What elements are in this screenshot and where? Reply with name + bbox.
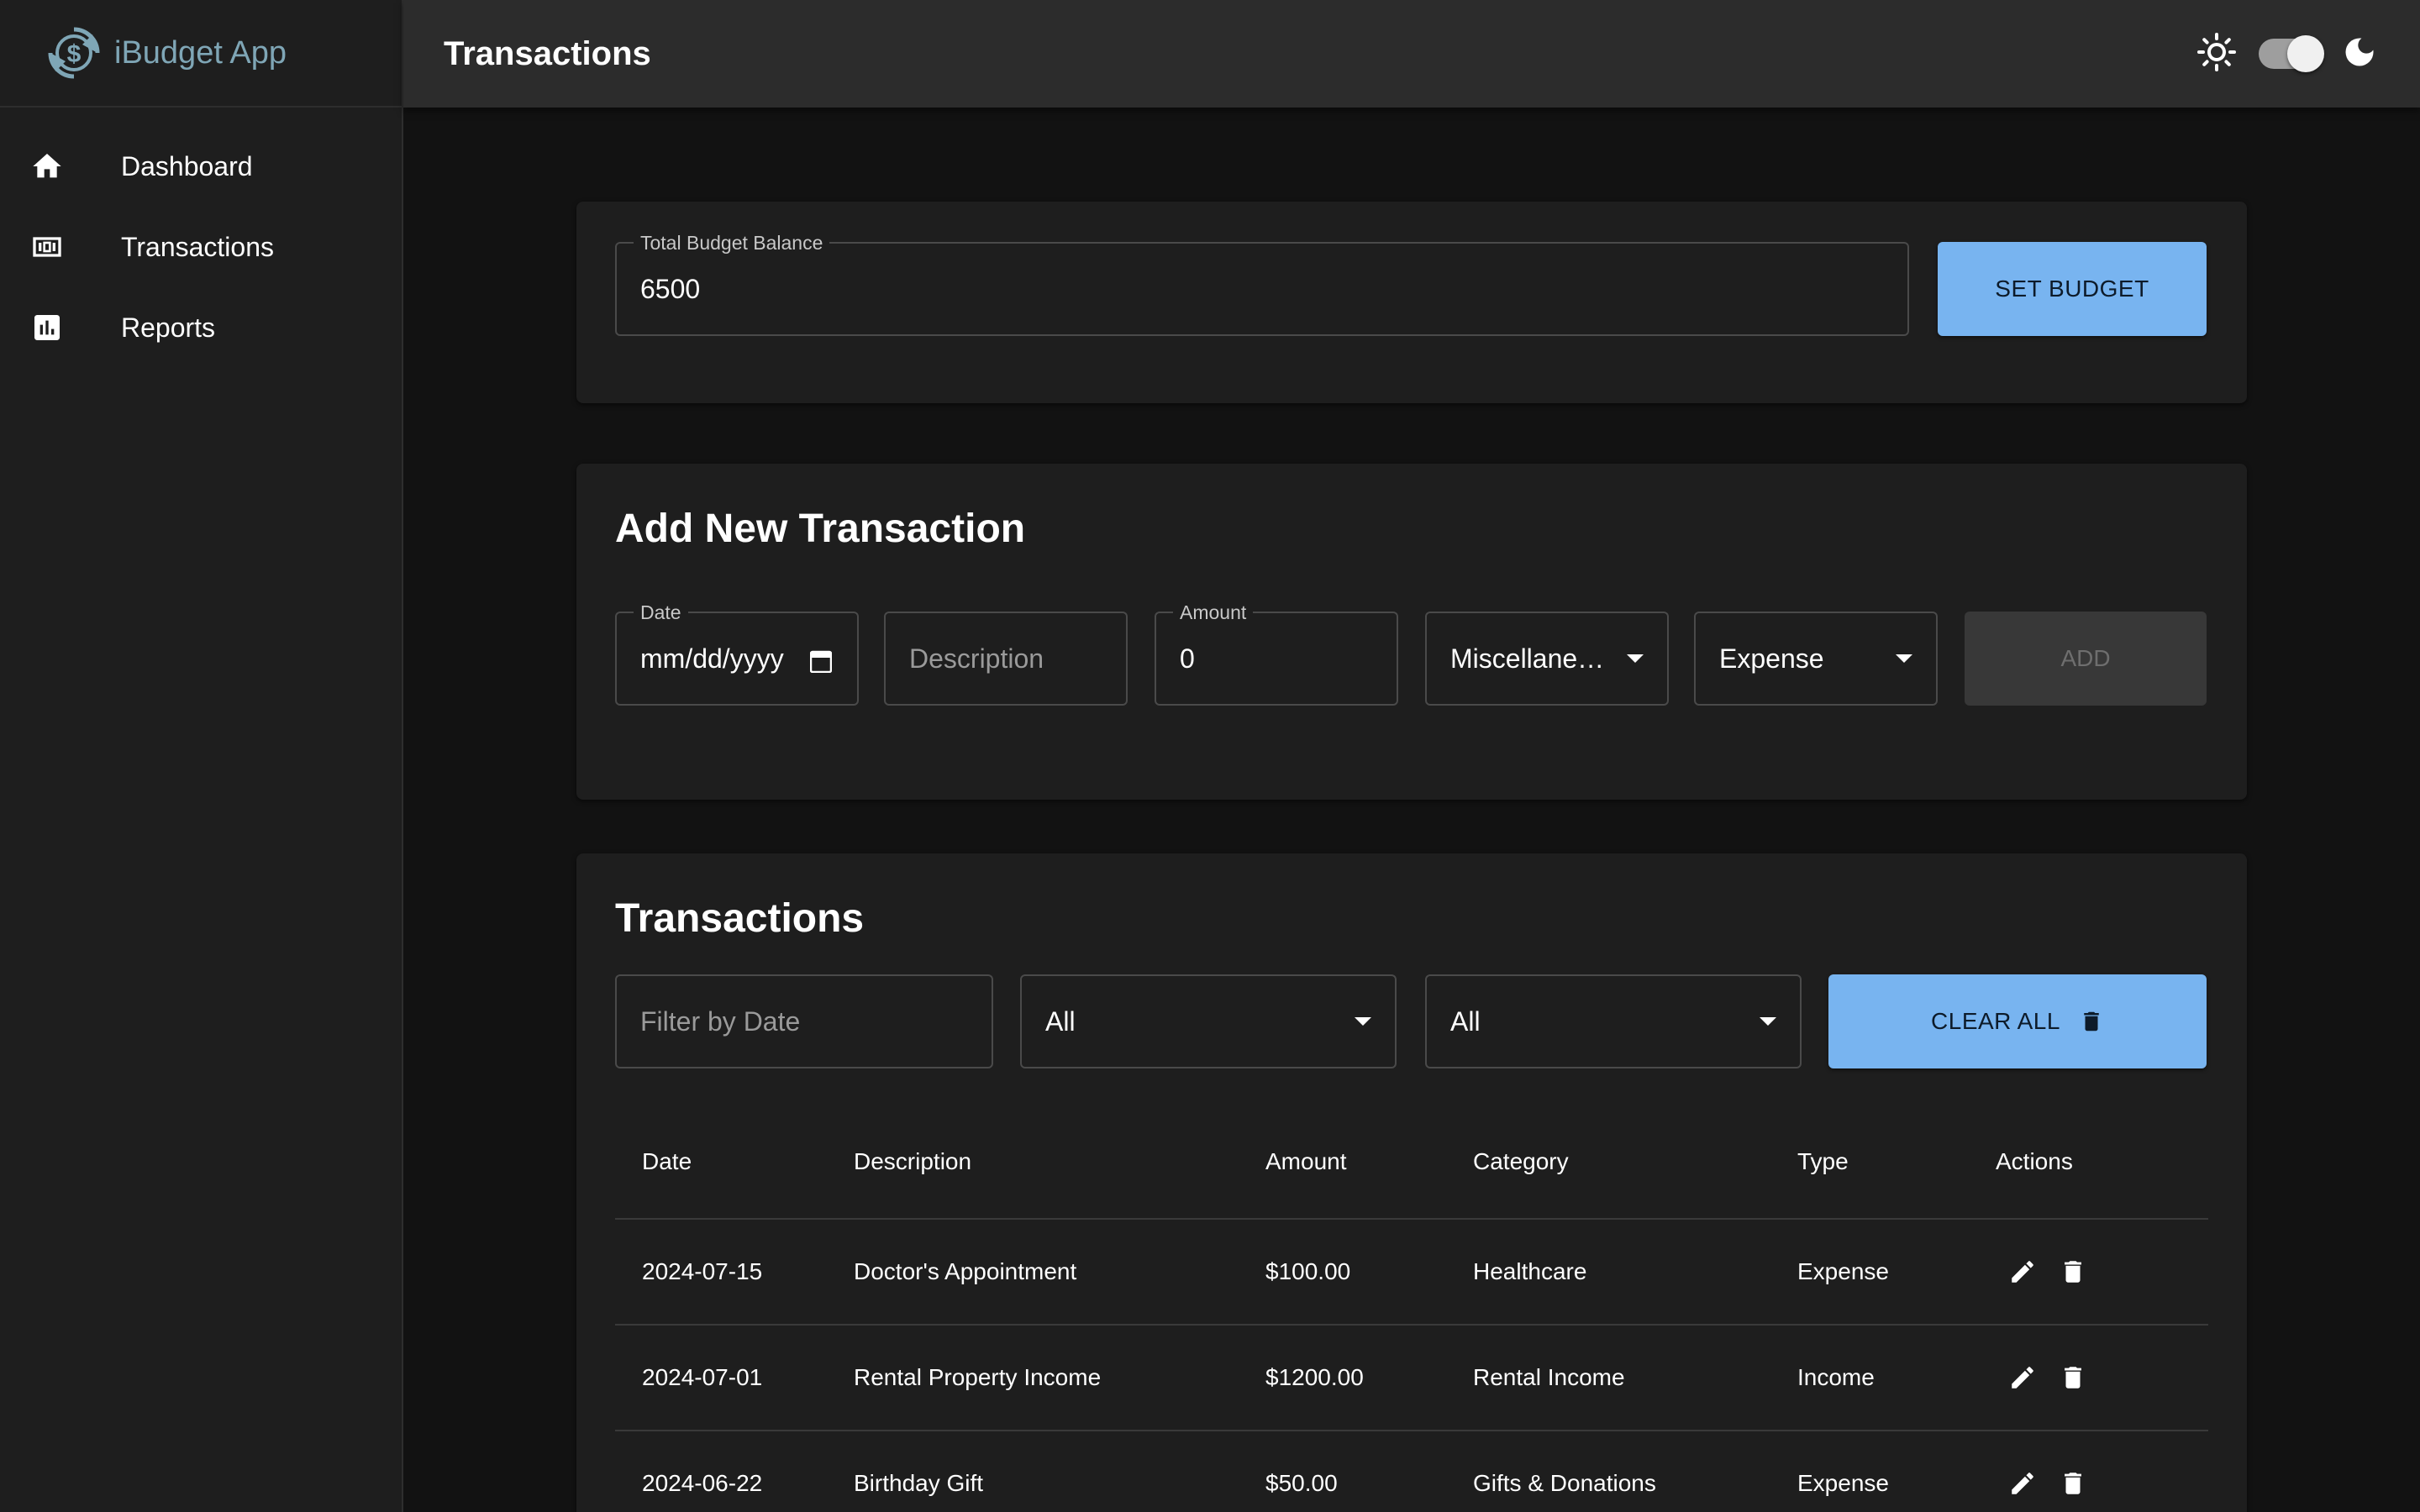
theme-controls (2196, 0, 2378, 108)
column-header-date[interactable]: Date (615, 1148, 854, 1175)
row-amount: $50.00 (1265, 1470, 1338, 1496)
transactions-card: Transactions Filter by Date All All CLEA… (576, 853, 2247, 1512)
top-bar: Transactions (403, 0, 2420, 108)
edit-icon[interactable] (2006, 1255, 2039, 1289)
sidebar-item-reports[interactable]: Reports (0, 287, 402, 368)
sidebar-item-transactions[interactable]: Transactions (0, 207, 402, 287)
row-actions (1996, 1467, 2208, 1500)
filter-type-select[interactable]: All (1425, 974, 1802, 1068)
row-description: Birthday Gift (854, 1470, 984, 1496)
column-header-type[interactable]: Type (1797, 1148, 1996, 1175)
home-icon (30, 150, 64, 183)
category-value: Miscellane… (1450, 643, 1605, 674)
sidebar-nav: Dashboard Transactions Reports (0, 108, 402, 368)
sidebar-item-label: Dashboard (121, 150, 253, 181)
filter-date-placeholder: Filter by Date (640, 1005, 801, 1037)
trash-icon (2079, 1008, 2104, 1035)
row-type: Income (1797, 1364, 1875, 1390)
edit-icon[interactable] (2006, 1361, 2039, 1394)
amount-value: 0 (1180, 643, 1195, 674)
sidebar-item-label: Transactions (121, 231, 274, 262)
row-category: Rental Income (1473, 1364, 1625, 1390)
clear-all-label: CLEAR ALL (1931, 1008, 2060, 1034)
row-date: 2024-06-22 (642, 1470, 763, 1496)
table-row: 2024-07-15 Doctor's Appointment $100.00 … (615, 1220, 2208, 1326)
svg-text:$: $ (67, 40, 82, 68)
column-header-amount[interactable]: Amount (1265, 1148, 1473, 1175)
transactions-table: Date Description Amount Category Type Ac… (615, 1105, 2208, 1512)
delete-icon[interactable] (2056, 1255, 2090, 1289)
date-label: Date (634, 601, 688, 623)
app-name: iBudget App (114, 34, 287, 71)
chevron-down-icon (1896, 654, 1912, 663)
delete-icon[interactable] (2056, 1361, 2090, 1394)
theme-toggle-knob (2287, 35, 2324, 72)
table-row: 2024-06-22 Birthday Gift $50.00 Gifts & … (615, 1431, 2208, 1512)
set-budget-button[interactable]: SET BUDGET (1938, 242, 2207, 336)
clear-all-button[interactable]: CLEAR ALL (1828, 974, 2207, 1068)
column-header-actions: Actions (1996, 1148, 2073, 1174)
add-button[interactable]: ADD (1965, 612, 2207, 706)
column-header-category[interactable]: Category (1473, 1148, 1797, 1175)
dollar-sync-logo-icon: $ (48, 27, 100, 79)
row-amount: $1200.00 (1265, 1364, 1364, 1390)
theme-toggle[interactable] (2259, 35, 2324, 72)
category-select[interactable]: Miscellane… (1425, 612, 1669, 706)
moon-icon (2341, 34, 2378, 75)
sidebar-item-label: Reports (121, 312, 216, 343)
row-category: Healthcare (1473, 1258, 1587, 1284)
delete-icon[interactable] (2056, 1467, 2090, 1500)
row-date: 2024-07-01 (642, 1364, 763, 1390)
brand[interactable]: $ iBudget App (0, 0, 402, 108)
description-placeholder: Description (909, 643, 1044, 674)
description-field[interactable]: Description (884, 612, 1128, 706)
budget-balance-field[interactable]: Total Budget Balance 6500 (615, 232, 1909, 336)
edit-icon[interactable] (2006, 1467, 2039, 1500)
sun-icon (2196, 32, 2237, 76)
filter-category-value: All (1045, 1005, 1076, 1037)
budget-balance-value: 6500 (640, 273, 701, 304)
date-value: mm/dd/yyyy (640, 643, 784, 674)
filter-date-input[interactable]: Filter by Date (615, 974, 993, 1068)
sidebar: $ iBudget App Dashboard Transactions Rep… (0, 0, 403, 1512)
amount-field[interactable]: Amount 0 (1155, 601, 1398, 706)
transactions-heading: Transactions (615, 896, 865, 941)
row-type: Expense (1797, 1470, 1889, 1496)
type-select[interactable]: Expense (1694, 612, 1938, 706)
add-transaction-heading: Add New Transaction (615, 507, 1026, 551)
table-header: Date Description Amount Category Type Ac… (615, 1105, 2208, 1220)
row-actions (1996, 1255, 2208, 1289)
filter-category-select[interactable]: All (1020, 974, 1397, 1068)
amount-label: Amount (1173, 601, 1254, 623)
row-actions (1996, 1361, 2208, 1394)
row-amount: $100.00 (1265, 1258, 1351, 1284)
row-category: Gifts & Donations (1473, 1470, 1656, 1496)
calendar-icon[interactable] (809, 648, 833, 680)
table-row: 2024-07-01 Rental Property Income $1200.… (615, 1326, 2208, 1431)
page-title: Transactions (444, 34, 651, 72)
date-field[interactable]: Date mm/dd/yyyy (615, 601, 859, 706)
row-type: Expense (1797, 1258, 1889, 1284)
type-value: Expense (1719, 643, 1824, 674)
chevron-down-icon (1760, 1017, 1776, 1026)
budget-balance-label: Total Budget Balance (634, 232, 830, 254)
chevron-down-icon (1355, 1017, 1371, 1026)
row-date: 2024-07-15 (642, 1258, 763, 1284)
add-transaction-card: Add New Transaction Date mm/dd/yyyy Desc… (576, 464, 2247, 800)
row-description: Rental Property Income (854, 1364, 1102, 1390)
row-description: Doctor's Appointment (854, 1258, 1077, 1284)
transactions-icon (30, 230, 64, 264)
column-header-description[interactable]: Description (854, 1148, 1265, 1175)
chevron-down-icon (1627, 654, 1644, 663)
sidebar-item-dashboard[interactable]: Dashboard (0, 126, 402, 207)
budget-card: Total Budget Balance 6500 SET BUDGET (576, 202, 2247, 403)
filter-type-value: All (1450, 1005, 1481, 1037)
reports-icon (30, 311, 64, 344)
